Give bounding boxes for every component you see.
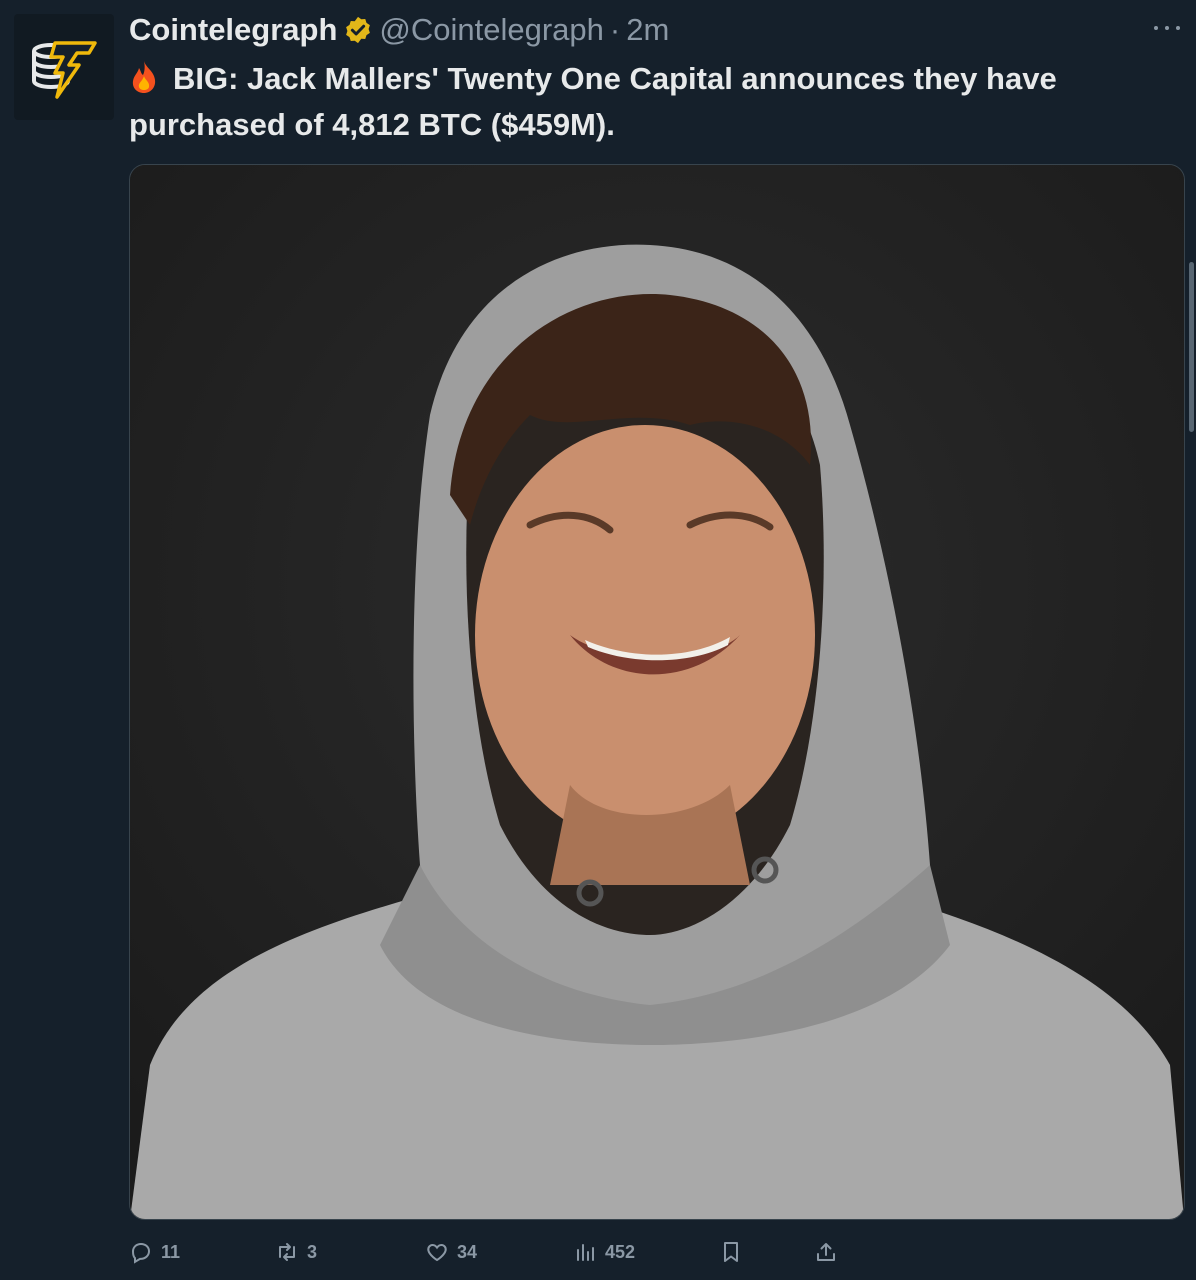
verified-badge-icon (343, 15, 373, 45)
reply-count: 11 (161, 1241, 181, 1262)
author-handle[interactable]: @Cointelegraph (379, 12, 604, 48)
cointelegraph-logo-icon (32, 41, 97, 99)
retweet-button[interactable]: 3 (275, 1234, 317, 1270)
views-icon (577, 1244, 594, 1261)
share-button[interactable] (814, 1234, 838, 1270)
tweet-header: Cointelegraph @Cointelegraph · 2m (129, 10, 669, 50)
tweet-timestamp[interactable]: 2m (626, 12, 669, 48)
bookmark-button[interactable] (719, 1234, 743, 1270)
author-avatar[interactable] (14, 14, 114, 120)
reply-icon (131, 1242, 151, 1264)
tweet-text-container: BIG: Jack Mallers' Twenty One Capital an… (129, 56, 1149, 148)
share-icon (817, 1243, 835, 1261)
tweet-text: BIG: Jack Mallers' Twenty One Capital an… (129, 61, 1057, 142)
reply-button[interactable]: 11 (129, 1234, 180, 1270)
bookmark-icon (724, 1242, 738, 1262)
header-separator: · (609, 12, 621, 47)
like-count: 34 (457, 1241, 478, 1262)
fire-icon (129, 60, 159, 94)
scrollbar[interactable] (1189, 262, 1194, 432)
views-count: 452 (605, 1241, 636, 1262)
like-icon (427, 1243, 447, 1262)
author-name[interactable]: Cointelegraph (129, 12, 337, 48)
like-button[interactable]: 34 (425, 1234, 477, 1270)
retweet-count: 3 (307, 1241, 318, 1262)
retweet-icon (279, 1243, 295, 1261)
views-button[interactable]: 452 (573, 1234, 635, 1270)
tweet-actions: 11 3 34 452 (129, 1234, 849, 1270)
more-icon[interactable] (1154, 18, 1180, 38)
tweet-media-image[interactable] (129, 164, 1185, 1220)
